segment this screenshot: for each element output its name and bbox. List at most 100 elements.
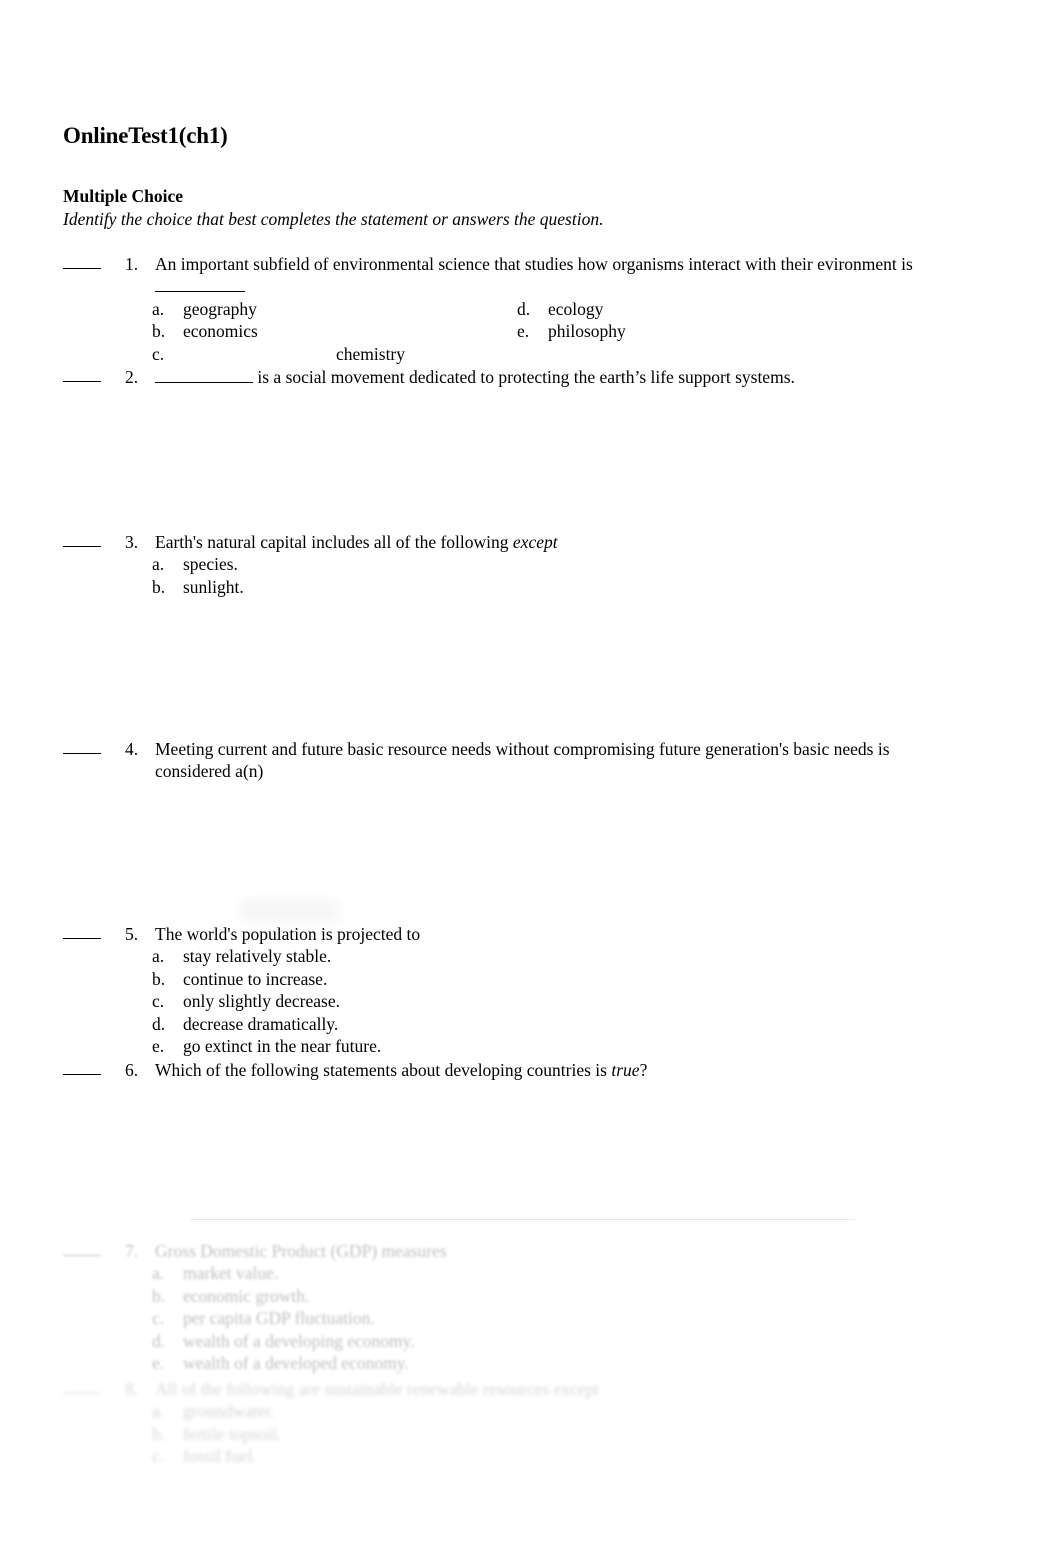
- section-heading: Multiple Choice: [63, 186, 184, 206]
- option-letter: a.: [152, 1263, 165, 1284]
- question-3-number: 3.: [125, 532, 139, 552]
- option-letter: a.: [152, 298, 165, 319]
- question-4-stem: 4. Meeting current and future basic reso…: [63, 738, 1023, 783]
- question-1-number: 1.: [125, 254, 139, 274]
- option-item[interactable]: d. wealth of a developing economy.: [152, 1330, 1023, 1352]
- option-item[interactable]: b. continue to increase.: [152, 968, 1023, 990]
- option-label: per capita GDP fluctuation.: [183, 1308, 375, 1329]
- answer-blank-2[interactable]: [63, 366, 101, 382]
- question-7-stem: 7. Gross Domestic Product (GDP) measures: [63, 1240, 1023, 1262]
- option-item[interactable]: b. economic growth.: [152, 1285, 1023, 1307]
- answer-blank-8[interactable]: [63, 1378, 101, 1394]
- option-item[interactable]: c. per capita GDP fluctuation.: [152, 1307, 1023, 1329]
- option-letter: a.: [152, 1401, 165, 1422]
- question-2-stem: 2. is a social movement dedicated to pro…: [63, 366, 1023, 388]
- question-4-text: Meeting current and future basic resourc…: [155, 739, 890, 782]
- question-8-number: 8.: [125, 1379, 139, 1399]
- fill-in-blank-2[interactable]: [155, 382, 253, 383]
- option-item[interactable]: e. philosophy: [517, 320, 877, 342]
- option-item[interactable]: c. fossil fuel.: [152, 1445, 1023, 1467]
- answer-blank-7[interactable]: [63, 1240, 101, 1256]
- option-item[interactable]: d. ecology: [517, 298, 877, 320]
- option-item[interactable]: a. geography: [152, 298, 512, 320]
- question-4-number: 4.: [125, 739, 139, 759]
- option-label: only slightly decrease.: [183, 991, 340, 1012]
- question-1-options: a. geography b. economics c. chemistry d…: [152, 298, 1023, 366]
- option-label: ecology: [548, 298, 604, 319]
- question-8-options: a. groundwater. b. fertile topsoil. c. f…: [152, 1400, 1023, 1467]
- answer-blank-4[interactable]: [63, 738, 101, 754]
- question-3-text-plain: Earth's natural capital includes all of …: [155, 532, 513, 552]
- option-item[interactable]: d. decrease dramatically.: [152, 1013, 1023, 1035]
- option-label: wealth of a developing economy.: [183, 1330, 415, 1351]
- question-1-stem: 1. An important subfield of environmenta…: [63, 253, 1023, 275]
- question-3: 3. Earth's natural capital includes all …: [63, 531, 1023, 598]
- answer-blank-3[interactable]: [63, 531, 101, 547]
- question-3-emphasis: except: [512, 532, 558, 552]
- question-6-text: Which of the following statements about …: [155, 1059, 1023, 1081]
- option-letter: c.: [152, 1446, 165, 1467]
- question-7: 7. Gross Domestic Product (GDP) measures…: [63, 1240, 1023, 1374]
- question-3-stem: 3. Earth's natural capital includes all …: [63, 531, 1023, 553]
- option-letter: e.: [152, 1352, 165, 1373]
- answer-blank-1[interactable]: [63, 253, 101, 269]
- question-3-options: a. species. b. sunlight.: [152, 553, 1023, 598]
- option-item[interactable]: c. chemistry: [152, 343, 512, 367]
- option-label: economic growth.: [183, 1285, 310, 1306]
- question-6-emphasis: true: [611, 1060, 640, 1080]
- option-letter: b.: [152, 1285, 166, 1306]
- fill-in-blank-1[interactable]: [155, 291, 245, 293]
- option-label: fossil fuel.: [183, 1446, 257, 1467]
- question-6-text-plain: Which of the following statements about …: [155, 1060, 612, 1080]
- option-item[interactable]: a. groundwater.: [152, 1400, 1023, 1422]
- option-letter: a.: [152, 946, 165, 967]
- option-label: decrease dramatically.: [183, 1013, 339, 1034]
- option-label: go extinct in the near future.: [183, 1035, 382, 1056]
- option-letter: e.: [152, 1035, 165, 1056]
- option-item[interactable]: a. market value.: [152, 1262, 1023, 1284]
- option-item[interactable]: b. sunlight.: [152, 576, 1023, 598]
- answer-blank-5[interactable]: [63, 923, 101, 939]
- question-3-text: Earth's natural capital includes all of …: [155, 531, 1023, 553]
- option-letter: d.: [152, 1330, 166, 1351]
- answer-blank-6[interactable]: [63, 1059, 101, 1075]
- option-item[interactable]: e. wealth of a developed economy.: [152, 1352, 1023, 1374]
- option-item[interactable]: b. fertile topsoil.: [152, 1423, 1023, 1445]
- question-7-number: 7.: [125, 1241, 139, 1261]
- option-item[interactable]: e. go extinct in the near future.: [152, 1035, 1023, 1057]
- question-6-text-tail: ?: [639, 1060, 648, 1080]
- option-letter: b.: [152, 1423, 166, 1444]
- option-letter: a.: [152, 554, 165, 575]
- option-item[interactable]: a. stay relatively stable.: [152, 945, 1023, 967]
- option-label: wealth of a developed economy.: [183, 1352, 409, 1373]
- question-6-stem: 6. Which of the following statements abo…: [63, 1059, 1023, 1081]
- option-letter: e.: [517, 321, 530, 342]
- question-1-fill-blank-row: [155, 275, 1023, 297]
- page-title: OnlineTest1(ch1): [63, 123, 228, 148]
- option-letter: b.: [152, 321, 166, 342]
- option-letter: c.: [152, 343, 165, 364]
- question-8: 8. All of the following are sustainable …: [63, 1378, 1023, 1468]
- option-label: sunlight.: [183, 576, 244, 597]
- question-1-options-right-column: d. ecology e. philosophy: [517, 298, 877, 343]
- document-page: OnlineTest1(ch1) Multiple Choice Identif…: [0, 0, 1062, 1556]
- question-2-number: 2.: [125, 367, 139, 387]
- option-item[interactable]: a. species.: [152, 553, 1023, 575]
- question-6: 6. Which of the following statements abo…: [63, 1059, 1023, 1081]
- option-letter: b.: [152, 968, 166, 989]
- question-7-text: Gross Domestic Product (GDP) measures: [155, 1241, 447, 1261]
- question-6-number: 6.: [125, 1060, 139, 1080]
- option-letter: d.: [517, 298, 531, 319]
- option-item[interactable]: c. only slightly decrease.: [152, 990, 1023, 1012]
- option-label: philosophy: [548, 321, 626, 342]
- question-4: 4. Meeting current and future basic reso…: [63, 738, 1023, 783]
- question-5-options: a. stay relatively stable. b. continue t…: [152, 945, 1023, 1057]
- section-instruction: Identify the choice that best completes …: [63, 209, 604, 229]
- option-label: species.: [183, 554, 238, 575]
- question-8-text: All of the following are sustainable ren…: [155, 1379, 600, 1399]
- option-item[interactable]: b. economics: [152, 320, 512, 342]
- question-1: 1. An important subfield of environmenta…: [63, 253, 1023, 366]
- option-letter: c.: [152, 1308, 165, 1329]
- question-8-stem: 8. All of the following are sustainable …: [63, 1378, 1023, 1400]
- option-letter: d.: [152, 1013, 166, 1034]
